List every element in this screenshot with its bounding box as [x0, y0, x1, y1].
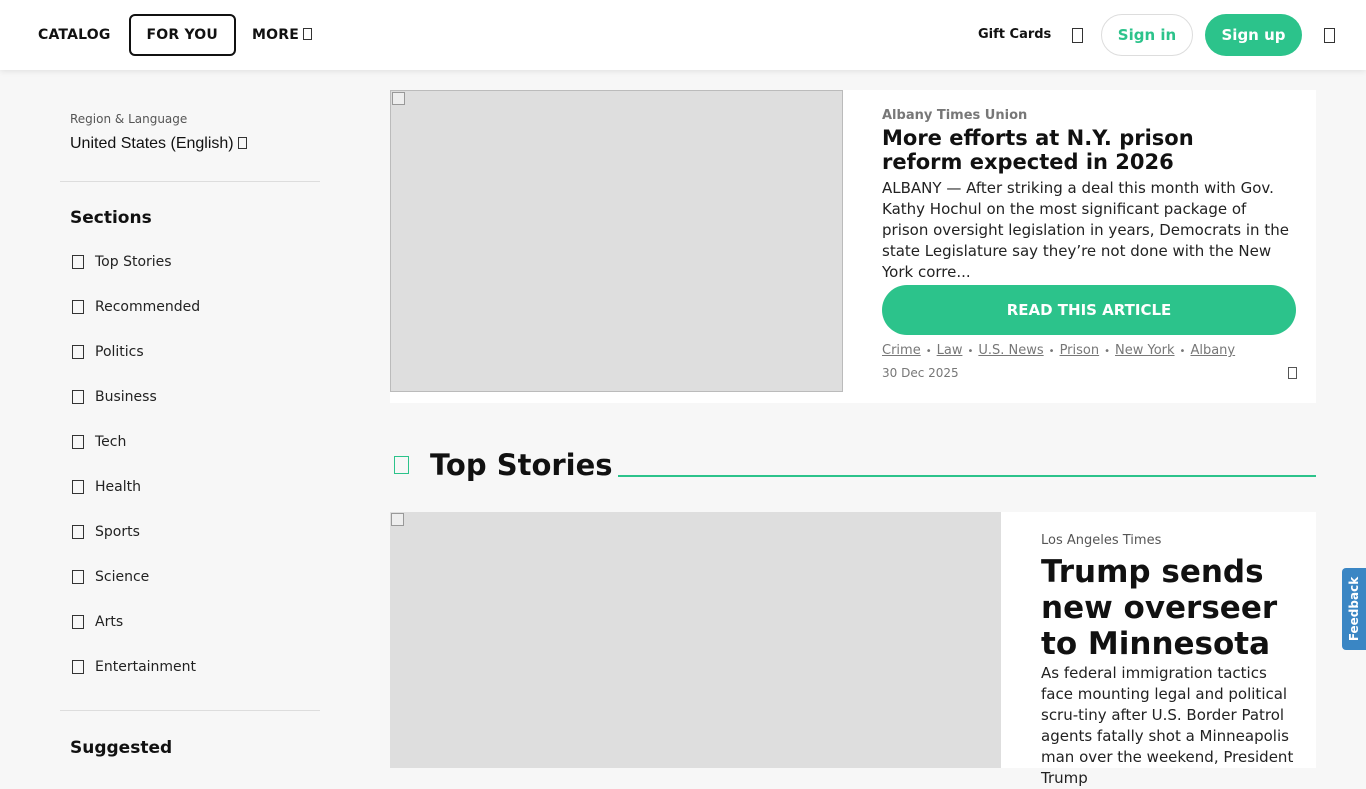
section-heading-rule	[618, 475, 1316, 477]
sections-heading: Sections	[70, 208, 152, 228]
article-source[interactable]: Albany Times Union	[882, 108, 1027, 123]
menu-icon[interactable]	[1324, 28, 1335, 43]
nav-catalog-link[interactable]: CATALOG	[38, 27, 111, 43]
nav-more-menu[interactable]: MORE	[252, 27, 312, 43]
sidebar-item-top-stories[interactable]: Top Stories	[72, 254, 200, 299]
top-story-image[interactable]	[390, 512, 1001, 768]
article-tags: Crime • Law • U.S. News • Prison • New York • Alba…	[882, 343, 1235, 358]
article-title[interactable]: More efforts at N.Y. prison reform expec…	[882, 126, 1202, 174]
arts-icon	[72, 615, 84, 629]
entertainment-icon	[72, 660, 84, 674]
science-icon	[72, 570, 84, 584]
sidebar-item-sports[interactable]: Sports	[72, 524, 200, 569]
sidebar-item-label: Entertainment	[95, 659, 197, 675]
sidebar-item-label: Politics	[95, 344, 144, 360]
sidebar-item-recommended[interactable]: Recommended	[72, 299, 200, 344]
section-heading: Top Stories	[430, 448, 613, 482]
tag-separator: •	[1179, 346, 1186, 357]
tech-icon	[72, 435, 84, 449]
article-date: 30 Dec 2025	[882, 366, 959, 380]
sidebar-item-tech[interactable]: Tech	[72, 434, 200, 479]
article-description: As federal immigration tactics face moun…	[1041, 664, 1294, 787]
tag-link[interactable]: Law	[937, 343, 963, 358]
sidebar-item-arts[interactable]: Arts	[72, 614, 200, 659]
sidebar-item-label: Health	[95, 479, 141, 495]
sign-in-button[interactable]: Sign in	[1101, 14, 1193, 56]
region-language-selector[interactable]: United States (English)	[70, 135, 247, 153]
region-language-label: Region & Language	[70, 112, 188, 126]
feedback-tab[interactable]: Feedback	[1342, 568, 1366, 650]
tag-separator: •	[1048, 346, 1055, 357]
sidebar-item-label: Science	[95, 569, 150, 585]
top-stories-icon	[72, 255, 84, 269]
gift-cards-link[interactable]: Gift Cards	[978, 27, 1051, 42]
health-icon	[72, 480, 84, 494]
tag-link[interactable]: Prison	[1060, 343, 1100, 358]
sidebar-item-health[interactable]: Health	[72, 479, 200, 524]
nav-for-you-tab[interactable]: FOR YOU	[128, 14, 236, 56]
business-icon	[72, 390, 84, 404]
sidebar-item-label: Top Stories	[95, 254, 172, 270]
tag-link[interactable]: New York	[1115, 343, 1175, 358]
tag-link[interactable]: Albany	[1190, 343, 1235, 358]
sidebar-item-label: Tech	[95, 434, 127, 450]
recommended-icon	[72, 300, 84, 314]
featured-article-card: Albany Times Union More efforts at N.Y. …	[390, 90, 1316, 403]
bookmark-icon[interactable]	[1288, 367, 1297, 379]
sections-list: Top Stories Recommended Politics Busines…	[72, 254, 200, 704]
tag-separator: •	[967, 346, 974, 357]
sign-up-button[interactable]: Sign up	[1205, 14, 1302, 56]
sidebar-item-entertainment[interactable]: Entertainment	[72, 659, 200, 704]
suggested-heading: Suggested	[70, 738, 173, 758]
chevron-down-icon	[302, 28, 312, 40]
politics-icon	[72, 345, 84, 359]
sidebar-divider	[60, 181, 320, 182]
tag-separator: •	[1104, 346, 1111, 357]
top-story-card: Los Angeles Times Trump sends new overse…	[390, 512, 1316, 787]
search-icon[interactable]	[1072, 28, 1083, 43]
tag-separator: •	[925, 346, 932, 357]
source-logo: Los Angeles Times	[1041, 533, 1162, 548]
feedback-label: Feedback	[1347, 576, 1361, 642]
featured-article-image[interactable]	[390, 90, 843, 392]
article-description: ALBANY — After striking a deal this mont…	[882, 179, 1289, 281]
sidebar-item-label: Recommended	[95, 299, 201, 315]
tag-link[interactable]: Crime	[882, 343, 921, 358]
tag-link[interactable]: U.S. News	[978, 343, 1043, 358]
sidebar-item-label: Sports	[95, 524, 140, 540]
read-article-button[interactable]: READ THIS ARTICLE	[882, 285, 1296, 335]
top-navigation-bar: CATALOG FOR YOU MORE Gift Cards Sign in …	[0, 0, 1366, 70]
sidebar-item-label: Arts	[95, 614, 124, 630]
sidebar-item-label: Business	[95, 389, 157, 405]
account-nav: Gift Cards Sign in Sign up	[946, 14, 1366, 56]
sidebar-divider	[60, 710, 320, 711]
region-language-value: United States (English)	[70, 135, 234, 152]
sidebar-item-science[interactable]: Science	[72, 569, 200, 614]
broken-image-icon	[391, 513, 404, 526]
sidebar-item-politics[interactable]: Politics	[72, 344, 200, 389]
primary-nav: CATALOG FOR YOU MORE	[38, 14, 312, 56]
sports-icon	[72, 525, 84, 539]
broken-image-icon	[392, 92, 405, 105]
article-title[interactable]: Trump sends new overseer to Minnesota	[1041, 554, 1301, 662]
sidebar-item-business[interactable]: Business	[72, 389, 200, 434]
chevron-down-icon	[237, 137, 247, 149]
nav-more-label: MORE	[251, 27, 299, 43]
top-stories-icon	[394, 456, 409, 474]
